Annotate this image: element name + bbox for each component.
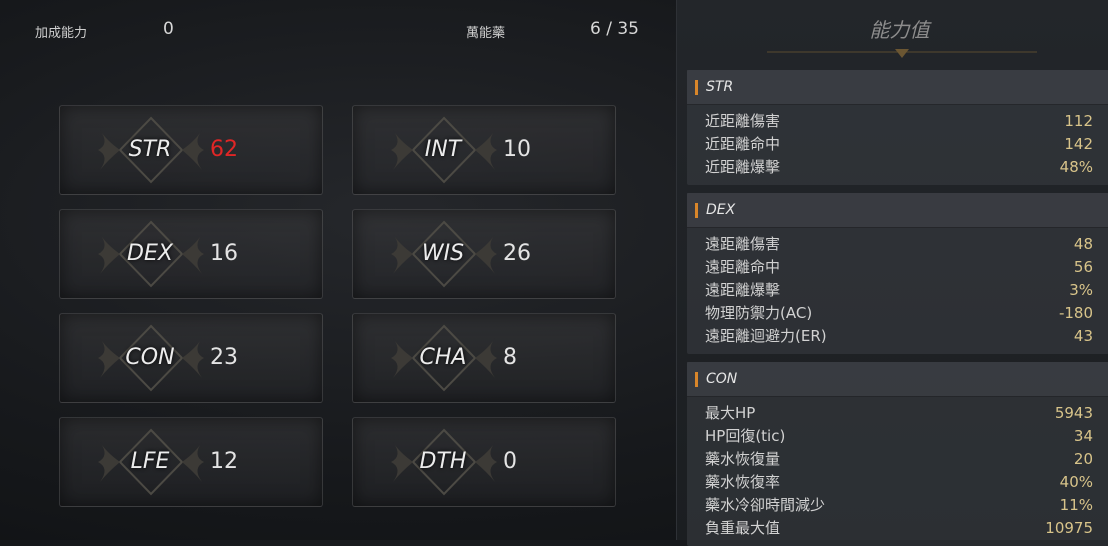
stat-row: HP回復(tic) 34 [687,425,1108,448]
stat-row: 負重最大值 10975 [687,517,1108,540]
stat-value: 8 [503,345,517,370]
stat-name: STR [128,137,172,162]
row-value: 3% [1069,281,1093,299]
section-header: CON [687,362,1108,397]
row-value: 142 [1064,135,1093,153]
stat-value: 62 [210,137,238,162]
accent-bar [695,202,698,218]
row-label: 遠距離爆擊 [705,281,781,299]
stat-row: 藥水恢復率 40% [687,471,1108,494]
row-label: 遠距離命中 [705,258,781,276]
row-value: 40% [1059,473,1093,491]
ability-values-panel[interactable]: 能力值 STR 近距離傷害 112 近距離命中 142 近距離爆擊 48% DEX 遠… [676,0,1108,546]
stat-value: 10 [503,137,531,162]
stat-row: 藥水恢復量 20 [687,448,1108,471]
ornament-divider-icon [767,49,1037,58]
accent-bar [695,79,698,95]
stat-name: CHA [419,345,467,370]
stat-allocation-panel: 加成能力 0 萬能藥 6 / 35 STR 62 INT 10 DEX 16 W… [0,0,676,540]
accent-bar [695,371,698,387]
row-value: 20 [1073,450,1093,468]
row-label: 近距離命中 [705,135,781,153]
stat-row: 遠距離命中 56 [687,256,1108,279]
row-value: 48% [1059,158,1093,176]
section-dex: DEX 遠距離傷害 48 遠距離命中 56 遠距離爆擊 3% 物理防禦力(AC) -18… [687,193,1108,354]
row-value: 11% [1059,496,1093,514]
row-label: 藥水恢復率 [705,473,781,491]
row-value: 5943 [1054,404,1093,422]
stat-card-dex[interactable]: DEX 16 [59,209,323,299]
row-label: 藥水恢復量 [705,450,781,468]
stat-card-wis[interactable]: WIS 26 [352,209,616,299]
section-title: CON [706,371,738,387]
row-label: 遠距離傷害 [705,235,781,253]
row-value: 10975 [1045,519,1093,537]
stat-row: 近距離傷害 112 [687,110,1108,133]
row-label: 近距離爆擊 [705,158,781,176]
elixir-value: 6 / 35 [590,19,639,39]
stat-card-dth[interactable]: DTH 0 [352,417,616,507]
stat-row: 物理防禦力(AC) -180 [687,302,1108,325]
stat-row: 遠距離爆擊 3% [687,279,1108,302]
row-value: 48 [1073,235,1093,253]
row-label: 遠距離迴避力(ER) [705,327,827,345]
section-header: DEX [687,193,1108,228]
stat-name: CON [125,345,175,370]
stat-value: 26 [503,241,531,266]
row-value: -180 [1058,304,1093,322]
stat-name: DEX [127,241,173,266]
stat-card-str[interactable]: STR 62 [59,105,323,195]
stat-name: DTH [419,449,467,474]
bonus-points-value: 0 [163,19,174,39]
stat-row: 遠距離迴避力(ER) 43 [687,325,1108,348]
stat-card-con[interactable]: CON 23 [59,313,323,403]
row-value: 34 [1073,427,1093,445]
stat-name: LFE [130,449,170,474]
panel-title: 能力值 [869,18,930,42]
section-title: STR [706,79,734,95]
stat-card-lfe[interactable]: LFE 12 [59,417,323,507]
stat-row: 近距離爆擊 48% [687,156,1108,179]
stat-card-int[interactable]: INT 10 [352,105,616,195]
section-title: DEX [706,202,736,218]
row-label: 藥水冷卻時間減少 [705,496,826,514]
row-label: 最大HP [705,404,756,422]
stat-value: 0 [503,449,517,474]
stat-value: 16 [210,241,238,266]
section-str: STR 近距離傷害 112 近距離命中 142 近距離爆擊 48% [687,70,1108,185]
row-label: 負重最大值 [705,519,781,537]
stat-row: 近距離命中 142 [687,133,1108,156]
row-label: HP回復(tic) [705,427,786,445]
stat-name: INT [424,137,462,162]
row-label: 物理防禦力(AC) [705,304,813,322]
stat-card-cha[interactable]: CHA 8 [352,313,616,403]
row-value: 112 [1064,112,1093,130]
section-con: CON 最大HP 5943 HP回復(tic) 34 藥水恢復量 20 藥水恢復率 40… [687,362,1108,546]
bonus-points-label: 加成能力 [35,26,88,41]
row-label: 近距離傷害 [705,112,781,130]
stat-value: 12 [210,449,238,474]
row-value: 56 [1073,258,1093,276]
elixir-label: 萬能藥 [466,26,506,41]
stat-name: WIS [421,241,465,266]
stat-value: 23 [210,345,238,370]
stat-row: 藥水冷卻時間減少 11% [687,494,1108,517]
section-header: STR [687,70,1108,105]
stat-row: 最大HP 5943 [687,402,1108,425]
stat-row: 遠距離傷害 48 [687,233,1108,256]
row-value: 43 [1073,327,1093,345]
